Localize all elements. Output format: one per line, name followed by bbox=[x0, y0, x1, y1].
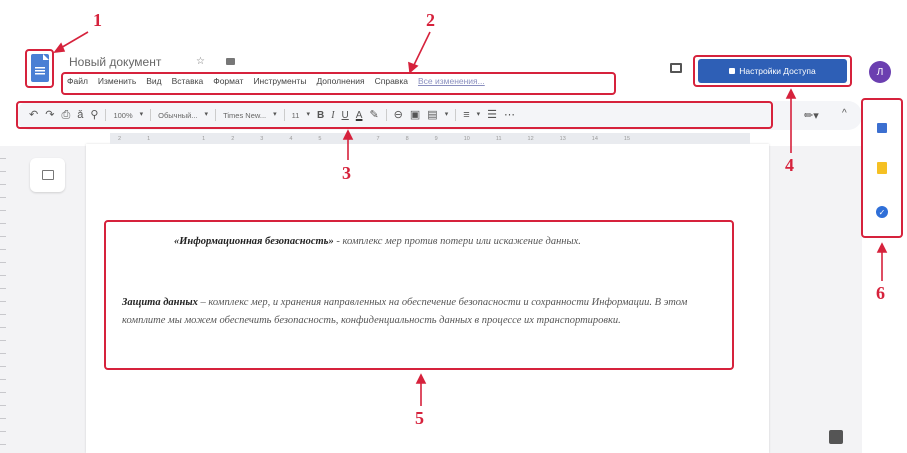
annotation-number-3: 3 bbox=[342, 163, 351, 183]
annotation-number-2: 2 bbox=[426, 10, 435, 30]
arrow-2-head bbox=[408, 61, 419, 74]
annotation-number-5: 5 bbox=[415, 408, 424, 428]
annotation-number-4: 4 bbox=[785, 155, 794, 175]
arrow-1-head bbox=[53, 42, 66, 53]
arrow-5-head bbox=[415, 373, 427, 384]
arrow-6-head bbox=[876, 242, 888, 253]
annotation-number-1: 1 bbox=[93, 10, 102, 30]
arrow-2 bbox=[412, 31, 431, 68]
arrow-1 bbox=[58, 31, 89, 50]
arrow-4-head bbox=[785, 88, 797, 99]
annotation-arrows bbox=[53, 31, 888, 406]
arrow-3-head bbox=[342, 129, 354, 140]
annotation-number-6: 6 bbox=[876, 283, 885, 303]
